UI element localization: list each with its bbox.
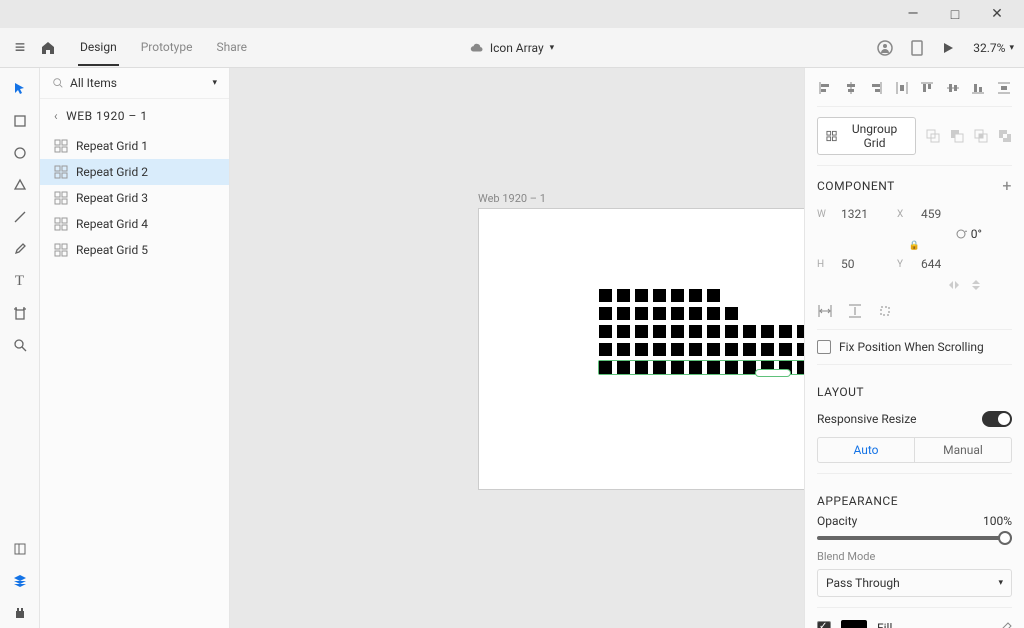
flip-v-icon[interactable] <box>970 279 982 291</box>
blend-mode-label: Blend Mode <box>817 550 1012 563</box>
close-button[interactable]: ✕ <box>976 6 1018 22</box>
layer-item[interactable]: Repeat Grid 4 <box>40 211 229 237</box>
distribute-v-icon[interactable] <box>996 80 1012 96</box>
add-component-icon[interactable]: + <box>1002 176 1012 195</box>
layer-item[interactable]: Repeat Grid 5 <box>40 237 229 263</box>
layer-item[interactable]: Repeat Grid 1 <box>40 133 229 159</box>
document-title[interactable]: Icon Array ▾ <box>470 41 554 55</box>
fill-swatch[interactable] <box>841 620 867 628</box>
boolean-exclude-icon[interactable] <box>998 129 1012 143</box>
boolean-add-icon[interactable] <box>926 129 940 143</box>
component-header: COMPONENT <box>817 179 895 193</box>
opacity-slider[interactable] <box>817 536 1012 540</box>
responsive-label: Responsive Resize <box>817 412 916 426</box>
blend-mode-select[interactable]: Pass Through▾ <box>817 569 1012 597</box>
artboard-tool[interactable] <box>5 298 35 328</box>
y-input[interactable] <box>919 255 969 273</box>
fill-checkbox[interactable] <box>817 621 831 628</box>
artboard[interactable] <box>478 208 804 490</box>
tab-design[interactable]: Design <box>78 30 119 66</box>
tool-column: T <box>0 68 40 628</box>
distribute-h-icon[interactable] <box>894 80 910 96</box>
opacity-value: 100% <box>983 514 1012 528</box>
boolean-intersect-icon[interactable] <box>974 129 988 143</box>
canvas[interactable]: Web 1920 – 1 <box>230 68 804 628</box>
align-right-icon[interactable] <box>868 80 884 96</box>
align-top-icon[interactable] <box>919 80 935 96</box>
padding-h-icon[interactable] <box>817 303 833 319</box>
fix-position-checkbox[interactable] <box>817 340 831 354</box>
text-tool[interactable]: T <box>5 266 35 296</box>
user-icon[interactable] <box>877 40 893 56</box>
opacity-label: Opacity <box>817 514 857 528</box>
layer-item[interactable]: Repeat Grid 2 <box>40 159 229 185</box>
layers-icon[interactable] <box>5 566 35 596</box>
layers-panel: All Items ▾ ‹ WEB 1920 – 1 Repeat Grid 1… <box>40 68 230 628</box>
rotation-input[interactable]: 0° <box>955 227 982 241</box>
plugins-icon[interactable] <box>5 598 35 628</box>
repeat-grid-icon <box>54 217 68 231</box>
x-input[interactable] <box>919 205 969 223</box>
polygon-tool[interactable] <box>5 170 35 200</box>
responsive-toggle[interactable] <box>982 411 1012 427</box>
device-icon[interactable] <box>911 40 923 56</box>
scroll-icon[interactable] <box>877 303 893 319</box>
appearance-header: APPEARANCE <box>817 494 898 508</box>
chevron-down-icon: ▾ <box>212 78 217 88</box>
cloud-icon <box>470 41 484 55</box>
padding-v-icon[interactable] <box>847 303 863 319</box>
repeat-grid-icon <box>54 139 68 153</box>
chevron-down-icon: ▾ <box>550 43 555 53</box>
assets-icon[interactable] <box>5 534 35 564</box>
ellipse-tool[interactable] <box>5 138 35 168</box>
zoom-tool[interactable] <box>5 330 35 360</box>
tab-share[interactable]: Share <box>214 30 249 66</box>
home-icon[interactable] <box>40 40 72 56</box>
fix-position-label: Fix Position When Scrolling <box>839 340 984 354</box>
back-icon[interactable]: ‹ <box>54 109 58 123</box>
search-icon <box>52 77 64 89</box>
grid-icon <box>826 130 837 142</box>
layer-item[interactable]: Repeat Grid 3 <box>40 185 229 211</box>
width-input[interactable] <box>839 205 889 223</box>
pen-tool[interactable] <box>5 234 35 264</box>
boolean-subtract-icon[interactable] <box>950 129 964 143</box>
minimize-button[interactable]: — <box>892 6 934 22</box>
window-controls: — □ ✕ <box>0 0 1024 28</box>
resize-mode-segment: Auto Manual <box>817 437 1012 463</box>
height-input[interactable] <box>839 255 889 273</box>
rotate-icon <box>955 228 967 240</box>
play-icon[interactable] <box>941 41 955 55</box>
repeat-grid-selection[interactable] <box>599 289 804 374</box>
line-tool[interactable] <box>5 202 35 232</box>
fill-label: Fill <box>877 621 892 628</box>
repeat-grid-icon <box>54 191 68 205</box>
inspector-panel: Ungroup Grid COMPONENT + W X 0° 🔒 H Y <box>804 68 1024 628</box>
layout-header: LAYOUT <box>817 385 864 399</box>
align-left-icon[interactable] <box>817 80 833 96</box>
repeat-grid-icon <box>54 243 68 257</box>
rectangle-tool[interactable] <box>5 106 35 136</box>
repeat-grid-icon <box>54 165 68 179</box>
align-bottom-icon[interactable] <box>970 80 986 96</box>
maximize-button[interactable]: □ <box>934 6 976 23</box>
ungroup-grid-button[interactable]: Ungroup Grid <box>817 117 916 155</box>
breadcrumb: ‹ WEB 1920 – 1 <box>40 99 229 133</box>
menu-icon[interactable]: ≡ <box>0 37 40 58</box>
top-toolbar: ≡ Design Prototype Share Icon Array ▾ 32… <box>0 28 1024 68</box>
resize-auto[interactable]: Auto <box>818 438 915 462</box>
align-center-h-icon[interactable] <box>843 80 859 96</box>
eyedropper-icon[interactable] <box>998 621 1012 628</box>
artboard-label[interactable]: Web 1920 – 1 <box>478 192 546 205</box>
layers-search[interactable]: All Items ▾ <box>40 68 229 99</box>
tab-prototype[interactable]: Prototype <box>139 30 195 66</box>
mode-tabs: Design Prototype Share <box>78 30 249 66</box>
align-middle-icon[interactable] <box>945 80 961 96</box>
zoom-control[interactable]: 32.7%▾ <box>973 41 1014 55</box>
resize-manual[interactable]: Manual <box>915 438 1011 462</box>
select-tool[interactable] <box>5 74 35 104</box>
flip-h-icon[interactable] <box>948 279 960 291</box>
